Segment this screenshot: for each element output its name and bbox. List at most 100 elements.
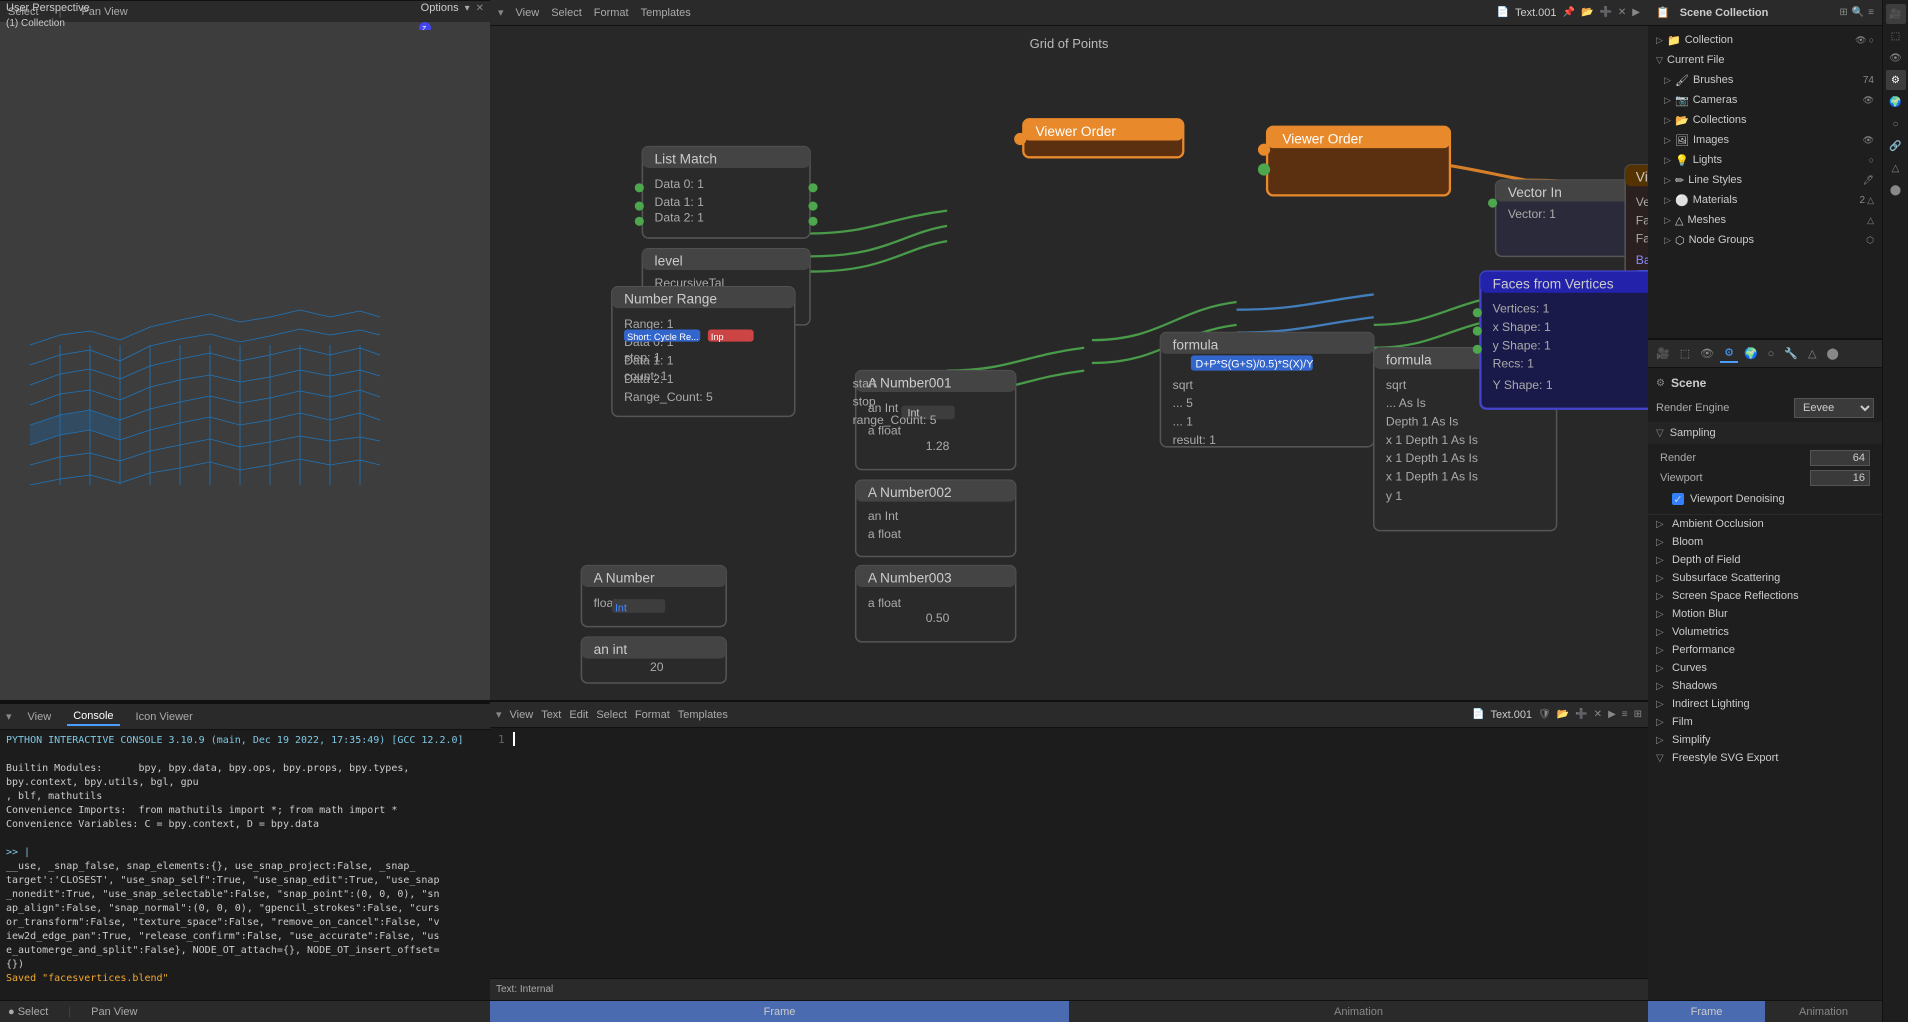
animation-button[interactable]: Animation [1069, 1001, 1648, 1022]
film-section[interactable]: ▷ Film [1648, 713, 1882, 731]
prop-tab-material[interactable]: ⬤ [1822, 345, 1842, 362]
line-styles-item[interactable]: ▷ ✏ Line Styles 🖊 [1648, 170, 1882, 190]
funnel-icon[interactable]: ≡ [1868, 7, 1874, 18]
ne-templates[interactable]: Templates [641, 7, 691, 19]
text-editor-body[interactable]: 1 [490, 728, 1648, 978]
volumetrics-section[interactable]: ▷ Volumetrics [1648, 623, 1882, 641]
prop-tab-modifier[interactable]: 🔧 [1780, 345, 1802, 362]
cameras-item[interactable]: ▷ 📷 Cameras 👁 [1648, 90, 1882, 110]
shadows-section[interactable]: ▷ Shadows [1648, 677, 1882, 695]
images-eye[interactable]: 👁 [1863, 135, 1874, 145]
ne-new-icon[interactable]: ➕ [1599, 7, 1611, 18]
node-groups-item[interactable]: ▷ ⬡ Node Groups ⬡ [1648, 230, 1882, 250]
render-input[interactable] [1810, 450, 1870, 466]
ne-format[interactable]: Format [594, 7, 629, 19]
curves-section[interactable]: ▷ Curves [1648, 659, 1882, 677]
right-icon-output[interactable]: ⬚ [1886, 26, 1906, 46]
right-icon-world[interactable]: 🌍 [1886, 92, 1906, 112]
ambient-occlusion-section[interactable]: ▷ Ambient Occlusion [1648, 515, 1882, 533]
te-delete-icon[interactable]: ✕ [1594, 709, 1602, 720]
te-format[interactable]: Format [635, 709, 670, 721]
te-text[interactable]: Text [541, 709, 561, 721]
bloom-section[interactable]: ▷ Bloom [1648, 533, 1882, 551]
meshes-item[interactable]: ▷ △ Meshes △ [1648, 210, 1882, 230]
prop-tab-view[interactable]: 👁 [1696, 345, 1718, 362]
te-select[interactable]: Select [596, 709, 627, 721]
prop-tab-object[interactable]: ○ [1764, 346, 1779, 362]
te-templates[interactable]: Templates [678, 709, 728, 721]
sampling-header[interactable]: ▽ Sampling [1648, 422, 1882, 444]
console-tab-icon-viewer[interactable]: Icon Viewer [130, 709, 199, 725]
right-icon-data[interactable]: △ [1886, 158, 1906, 178]
ne-menu-icon[interactable]: ▾ [498, 6, 504, 19]
node-canvas[interactable]: Grid of Points [490, 26, 1648, 700]
render-engine-select[interactable]: Eevee Cycles Workbench [1794, 398, 1874, 418]
right-icon-constraints[interactable]: 🔗 [1886, 136, 1906, 156]
camera-eye[interactable]: 👁 [1863, 95, 1874, 105]
depth-of-field-section[interactable]: ▷ Depth of Field [1648, 551, 1882, 569]
svg-text:D+P*S(G+S)/0.5)*S(X)/Y: D+P*S(G+S)/0.5)*S(X)/Y [1195, 359, 1313, 371]
console-body[interactable]: PYTHON INTERACTIVE CONSOLE 3.10.9 (main,… [0, 730, 490, 1000]
select-action[interactable]: ○ [1869, 35, 1874, 46]
right-icon-material[interactable]: ⬤ [1886, 180, 1906, 200]
te-new-icon[interactable]: ➕ [1575, 709, 1587, 720]
indirect-lighting-section[interactable]: ▷ Indirect Lighting [1648, 695, 1882, 713]
simplify-section[interactable]: ▷ Simplify [1648, 731, 1882, 749]
right-icon-scene[interactable]: ⚙ [1886, 70, 1906, 90]
frame-tab-button[interactable]: Frame [1648, 1001, 1765, 1022]
images-item[interactable]: ▷ 🖼 Images 👁 [1648, 130, 1882, 150]
performance-section[interactable]: ▷ Performance [1648, 641, 1882, 659]
denoising-checkbox[interactable]: ✓ [1672, 493, 1684, 505]
prop-tab-output[interactable]: ⬚ [1676, 345, 1694, 362]
collection-root-item[interactable]: ▷ 📁 Collection 👁 ○ [1648, 30, 1882, 50]
te-shield-icon[interactable]: 🛡 [1538, 709, 1551, 720]
console-menu-icon[interactable]: ▾ [6, 710, 12, 723]
3d-viewport[interactable] [0, 30, 490, 700]
freestyle-svg-export-section[interactable]: ▽ Freestyle SVG Export [1648, 749, 1882, 767]
te-wrap-icon[interactable]: ⊞ [1634, 709, 1642, 720]
motion-blur-label: Motion Blur [1672, 608, 1728, 620]
motion-blur-section[interactable]: ▷ Motion Blur [1648, 605, 1882, 623]
subsurface-scattering-section[interactable]: ▷ Subsurface Scattering [1648, 569, 1882, 587]
ne-view[interactable]: View [516, 7, 540, 19]
close-icon[interactable]: ✕ [476, 3, 484, 14]
prop-tab-scene[interactable]: ⚙ [1720, 344, 1738, 363]
ne-open-icon[interactable]: 📂 [1581, 7, 1593, 18]
right-icon-object[interactable]: ○ [1886, 114, 1906, 134]
ne-pin-icon[interactable]: 📌 [1563, 7, 1575, 18]
brushes-item[interactable]: ▷ 🖌 Brushes 74 [1648, 70, 1882, 90]
collections-item[interactable]: ▷ 📂 Collections [1648, 110, 1882, 130]
right-icon-render[interactable]: 🎥 [1886, 4, 1906, 24]
ne-select[interactable]: Select [551, 7, 582, 19]
viewport-input[interactable] [1810, 470, 1870, 486]
console-select[interactable]: ● Select [8, 1006, 48, 1018]
animation-tab-button[interactable]: Animation [1765, 1001, 1882, 1022]
search-icon[interactable]: 🔍 [1852, 7, 1864, 18]
eye-action[interactable]: 👁 [1855, 35, 1866, 46]
frame-button[interactable]: Frame [490, 1001, 1069, 1022]
options-button[interactable]: Options [421, 2, 459, 14]
lights-item[interactable]: ▷ 💡 Lights ○ [1648, 150, 1882, 170]
console-tab-console[interactable]: Console [67, 708, 119, 726]
te-menu-icon[interactable]: ▾ [496, 708, 502, 721]
ne-play-icon[interactable]: ▶ [1632, 7, 1640, 18]
prop-tab-world[interactable]: 🌍 [1740, 345, 1762, 362]
prop-tab-render[interactable]: 🎥 [1652, 345, 1674, 362]
indirect-lighting-label: Indirect Lighting [1672, 698, 1750, 710]
right-icon-view[interactable]: 👁 [1886, 48, 1906, 68]
current-file-item[interactable]: ▽ Current File [1648, 50, 1882, 70]
te-edit[interactable]: Edit [569, 709, 588, 721]
te-open-icon[interactable]: 📂 [1557, 709, 1569, 720]
materials-item[interactable]: ▷ ⚪ Materials 2 △ [1648, 190, 1882, 210]
console-pan-view[interactable]: Pan View [91, 1006, 137, 1018]
te-file-label: Text.001 [1490, 709, 1532, 721]
te-list-icon[interactable]: ≡ [1622, 709, 1628, 720]
options-chevron[interactable]: ▾ [465, 3, 470, 14]
screen-space-reflections-section[interactable]: ▷ Screen Space Reflections [1648, 587, 1882, 605]
te-view[interactable]: View [510, 709, 534, 721]
te-play-icon[interactable]: ▶ [1608, 709, 1616, 720]
filter-icon[interactable]: ⊞ [1839, 7, 1847, 18]
prop-tab-data[interactable]: △ [1804, 345, 1820, 362]
ne-delete-icon[interactable]: ✕ [1618, 7, 1626, 18]
console-tab-view[interactable]: View [22, 709, 58, 725]
